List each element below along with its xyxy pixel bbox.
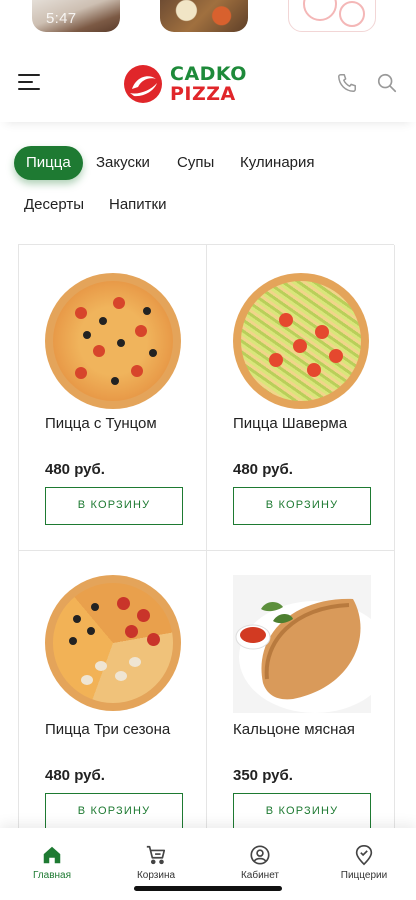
nav-label: Пиццерии <box>340 870 388 881</box>
home-icon <box>43 846 61 864</box>
add-to-cart-button[interactable]: В КОРЗИНУ <box>233 793 371 831</box>
logo-text-cadko: CADKO <box>170 63 247 85</box>
logo-text-pizza: PIZZA <box>170 83 236 105</box>
tab-desserts[interactable]: Десерты <box>24 188 84 222</box>
logo-emblem-icon <box>124 65 162 103</box>
logo-wordmark: CADKO PIZZA <box>170 64 247 104</box>
product-card[interactable]: Пицца Три сезона 480 руб. В КОРЗИНУ <box>19 551 207 857</box>
product-price: 480 руб. <box>45 767 105 784</box>
product-image-shawarma-pizza[interactable] <box>233 273 369 409</box>
home-indicator[interactable] <box>134 886 282 891</box>
phone-icon[interactable] <box>336 72 358 94</box>
nav-pizzerias[interactable]: Пиццерии <box>319 844 409 881</box>
account-icon <box>250 845 270 865</box>
product-image-calzone[interactable] <box>233 575 371 713</box>
add-to-cart-button[interactable]: В КОРЗИНУ <box>45 793 183 831</box>
tab-snacks[interactable]: Закуски <box>96 146 150 180</box>
stories-strip: 5:47 <box>0 0 416 34</box>
product-image-three-seasons-pizza[interactable] <box>45 575 181 711</box>
nav-label: Кабинет <box>240 870 280 881</box>
brand-logo[interactable]: CADKO PIZZA <box>124 62 254 106</box>
product-grid: Пицца с Тунцом 480 руб. В КОРЗИНУ Пицца … <box>18 244 395 857</box>
product-card[interactable]: Пицца Шаверма 480 руб. В КОРЗИНУ <box>207 245 395 551</box>
nav-account[interactable]: Кабинет <box>215 844 305 881</box>
tab-culinary[interactable]: Кулинария <box>240 146 315 180</box>
product-name[interactable]: Кальцоне мясная <box>233 721 383 738</box>
nav-home[interactable]: Главная <box>7 844 97 881</box>
product-price: 480 руб. <box>233 461 293 478</box>
nav-cart[interactable]: Корзина <box>111 844 201 881</box>
story-thumbnail[interactable] <box>160 0 248 32</box>
search-icon[interactable] <box>376 72 398 94</box>
status-bar-time: 5:47 <box>46 10 77 27</box>
app-screen: 5:47 CADKO PIZZA Пицца Закуски Супы Кули… <box>0 0 416 900</box>
tab-pizza[interactable]: Пицца <box>14 146 83 180</box>
product-image-tuna-pizza[interactable] <box>45 273 181 409</box>
product-card[interactable]: Пицца с Тунцом 480 руб. В КОРЗИНУ <box>19 245 207 551</box>
product-name[interactable]: Пицца Шаверма <box>233 415 383 432</box>
product-price: 480 руб. <box>45 461 105 478</box>
nav-label: Главная <box>32 870 72 881</box>
tab-soups[interactable]: Супы <box>177 146 214 180</box>
story-thumbnail[interactable] <box>288 0 376 32</box>
category-tabs: Пицца Закуски Супы Кулинария Десерты Нап… <box>0 140 416 230</box>
product-card[interactable]: Кальцоне мясная 350 руб. В КОРЗИНУ <box>207 551 395 857</box>
location-pin-icon <box>355 845 373 866</box>
hamburger-menu-icon[interactable] <box>18 72 40 92</box>
add-to-cart-button[interactable]: В КОРЗИНУ <box>45 487 183 525</box>
app-header: CADKO PIZZA <box>0 38 416 122</box>
product-name[interactable]: Пицца Три сезона <box>45 721 195 738</box>
add-to-cart-button[interactable]: В КОРЗИНУ <box>233 487 371 525</box>
product-name[interactable]: Пицца с Тунцом <box>45 415 195 432</box>
nav-label: Корзина <box>136 870 176 881</box>
cart-icon <box>146 845 166 865</box>
tab-drinks[interactable]: Напитки <box>109 188 167 222</box>
product-price: 350 руб. <box>233 767 293 784</box>
